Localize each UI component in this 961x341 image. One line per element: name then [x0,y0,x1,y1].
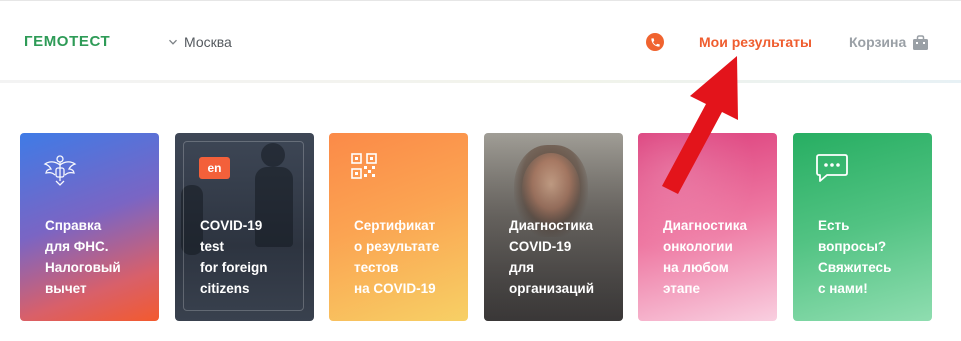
card-title: Диагностика COVID-19 для организаций [509,218,595,296]
card-contact[interactable]: Есть вопросы? Свяжитесь с нами! [793,133,932,321]
chevron-down-icon [169,39,177,45]
page: ГЕМОТЕСТ Москва Мои результаты Корзина С… [0,0,961,341]
phone-icon [650,37,660,47]
cart-icon [913,34,929,50]
cart-label: Корзина [849,34,907,50]
card-oncology[interactable]: Диагностика онкологии на любом этапе [638,133,777,321]
header: ГЕМОТЕСТ Москва Мои результаты Корзина [0,0,961,83]
language-badge: en [199,157,230,179]
city-label: Москва [184,34,232,50]
emblem-icon [42,153,78,192]
qr-code-icon [351,153,377,184]
card-covid-foreign[interactable]: en COVID-19 test for foreign citizens [175,133,314,321]
card-title: Справка для ФНС. Налоговый вычет [45,218,121,296]
phone-button[interactable] [646,33,664,51]
my-results-link[interactable]: Мои результаты [699,34,812,51]
chat-icon [815,153,849,188]
logo[interactable]: ГЕМОТЕСТ [24,33,110,51]
city-selector[interactable]: Москва [168,33,232,51]
header-divider [0,80,961,83]
card-covid-certificate[interactable]: Сертификат о результате тестов на COVID-… [329,133,468,321]
card-covid-organizations[interactable]: Диагностика COVID-19 для организаций [484,133,623,321]
card-title: Диагностика онкологии на любом этапе [663,218,747,296]
service-cards: Справка для ФНС. Налоговый вычет en COVI… [20,133,932,321]
cart-link[interactable]: Корзина [849,34,929,51]
card-title: COVID-19 test for foreign citizens [200,218,268,296]
card-title: Сертификат о результате тестов на COVID-… [354,218,440,296]
card-tax-certificate[interactable]: Справка для ФНС. Налоговый вычет [20,133,159,321]
card-title: Есть вопросы? Свяжитесь с нами! [818,218,892,296]
